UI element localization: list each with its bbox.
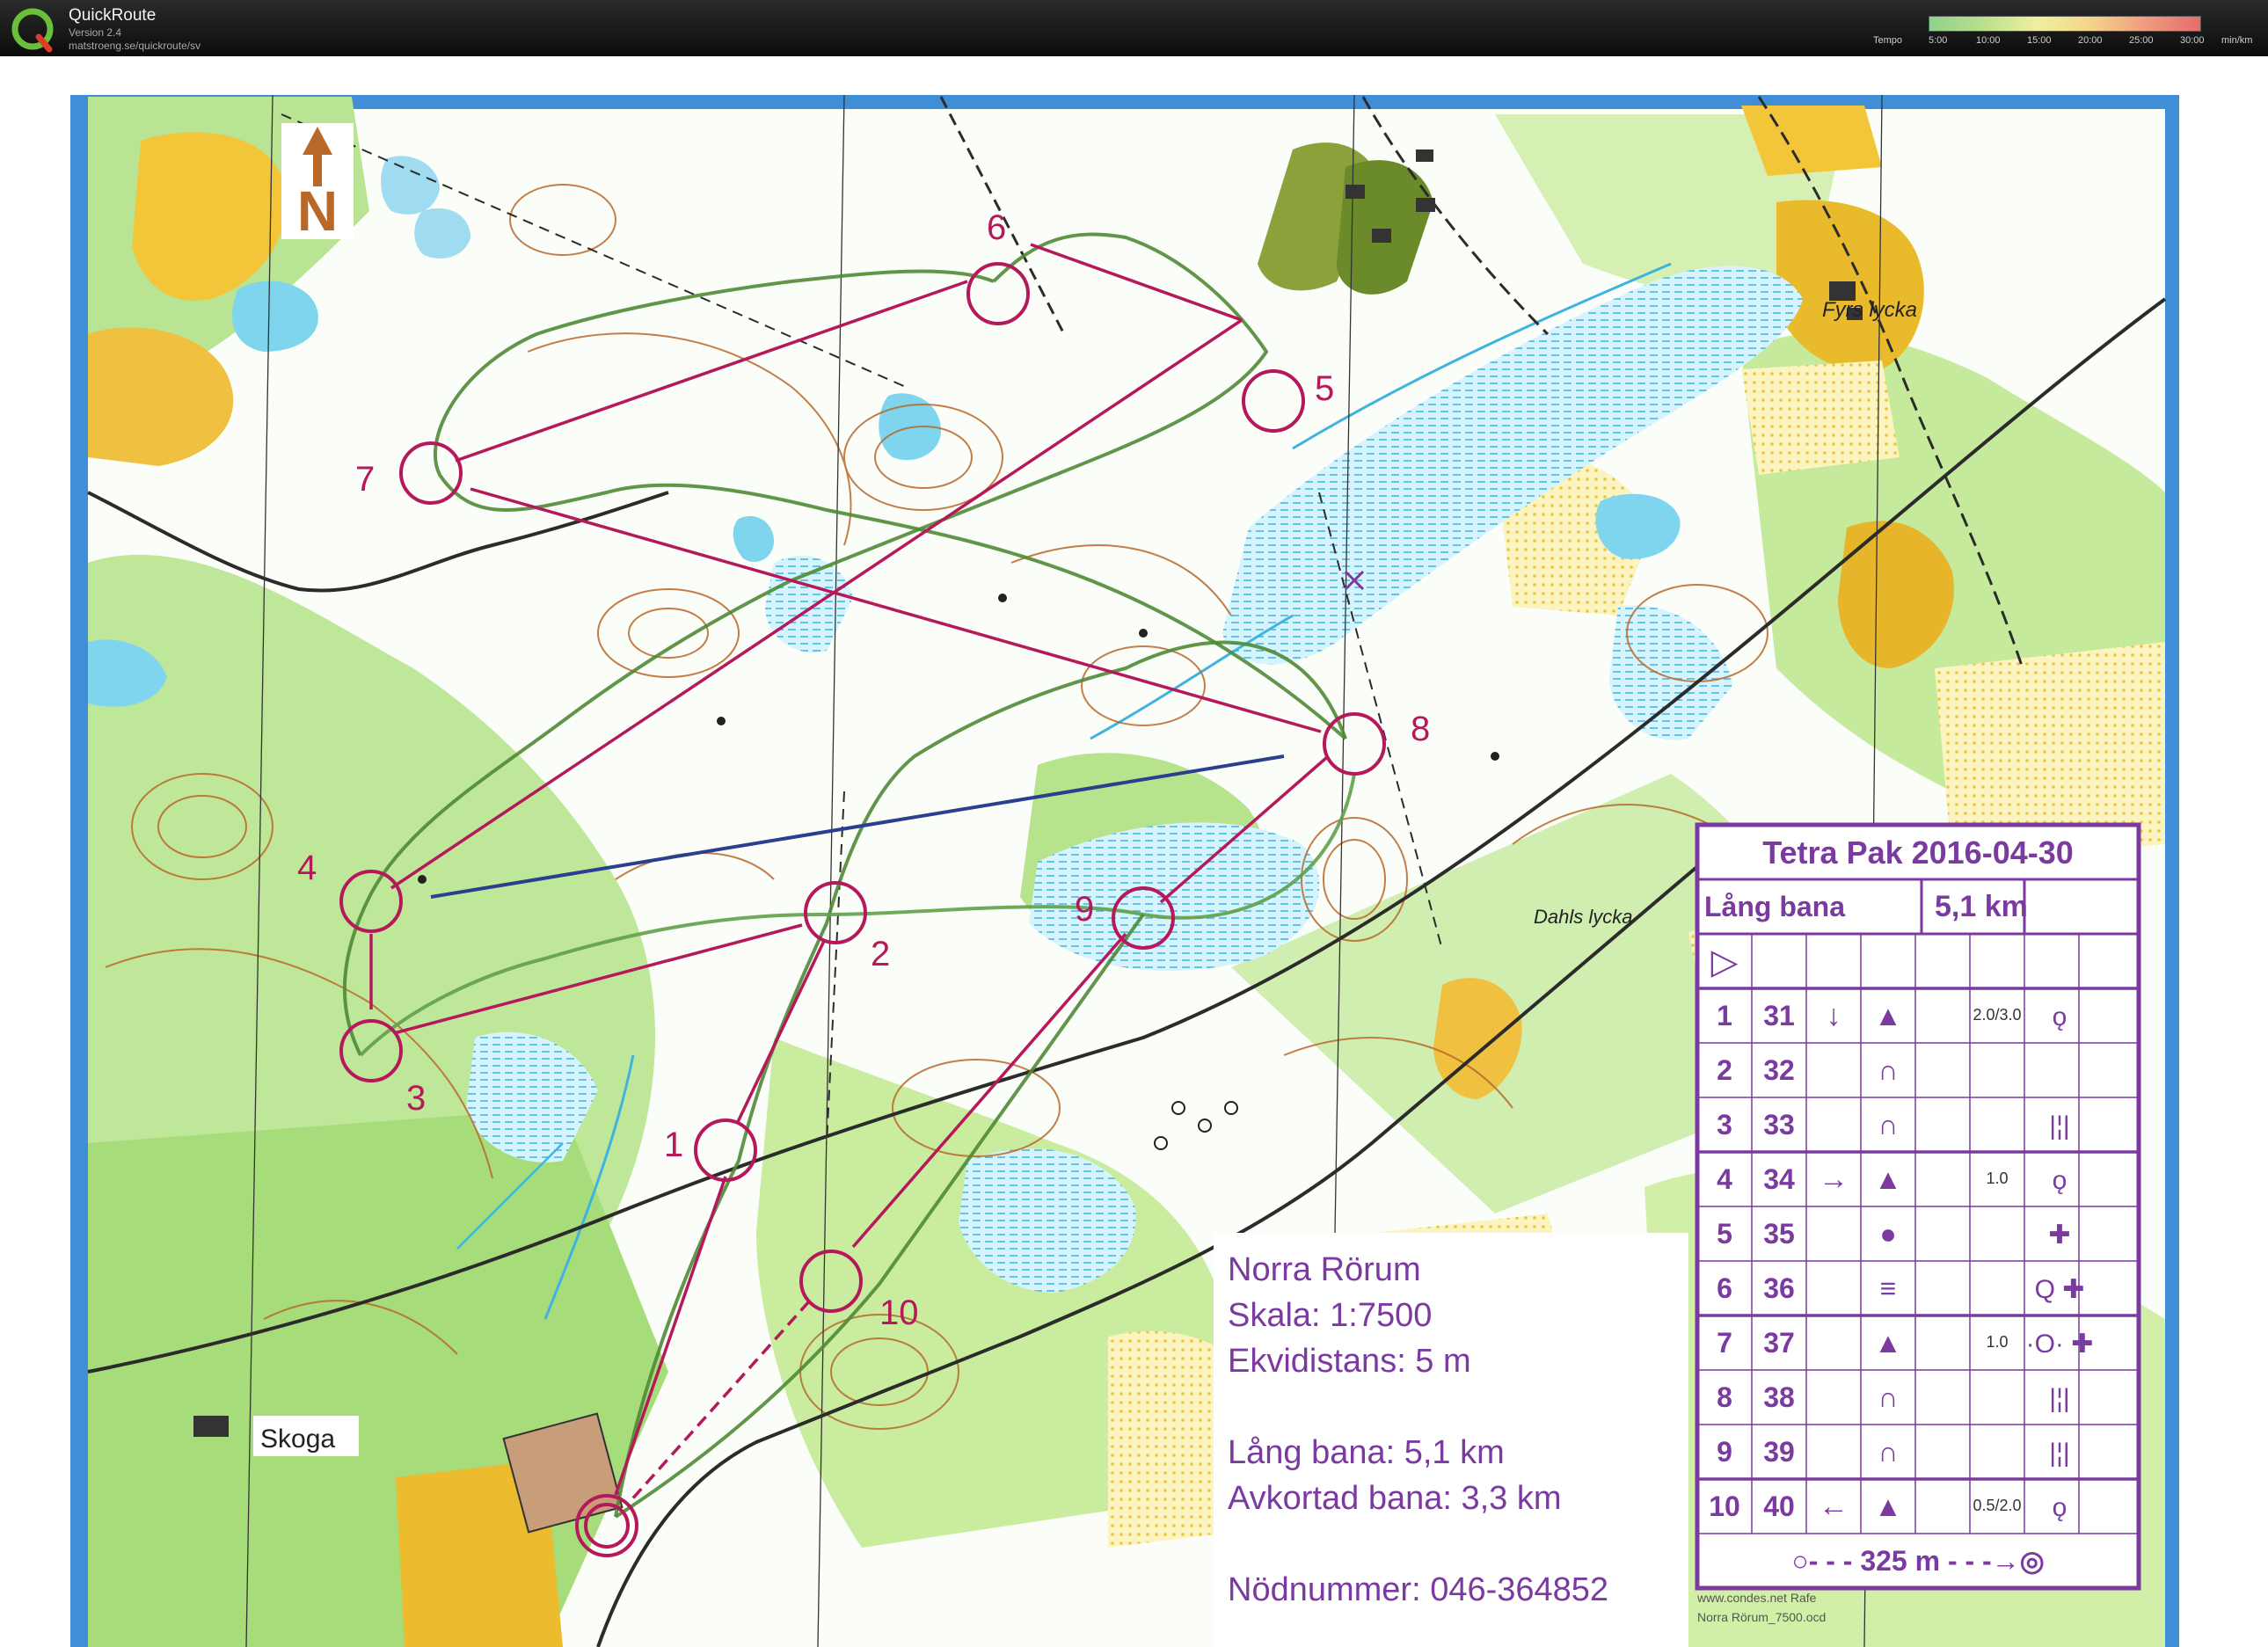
control-row-number: 9 <box>1717 1436 1732 1468</box>
control-number: 2 <box>871 935 890 973</box>
control-code: 35 <box>1763 1218 1795 1250</box>
control-number: 5 <box>1315 369 1334 408</box>
emergency-number: Nödnummer: 046-364852 <box>1228 1571 1608 1608</box>
control-number: 10 <box>879 1294 919 1332</box>
tempo-tick: 15:00 <box>2027 35 2052 46</box>
app-version: Version 2.4 <box>69 26 122 39</box>
place-name: Dahls lycka <box>1534 906 1632 928</box>
tempo-unit: min/km <box>2221 35 2253 46</box>
control-code: 38 <box>1763 1381 1795 1413</box>
control-location-symbol: ǫ <box>2053 1493 2067 1522</box>
control-code: 32 <box>1763 1054 1795 1086</box>
control-code: 40 <box>1763 1490 1795 1522</box>
north-arrow: N <box>281 123 354 243</box>
control-code: 39 <box>1763 1436 1795 1468</box>
control-row-number: 2 <box>1717 1054 1732 1086</box>
tempo-tick: 20:00 <box>2078 35 2103 46</box>
control-direction: ↓ <box>1827 999 1841 1032</box>
control-feature-symbol: ▲ <box>1874 1490 1902 1522</box>
control-direction: ← <box>1819 1490 1849 1523</box>
control-row-number: 6 <box>1717 1272 1732 1304</box>
control-feature-symbol: ≡ <box>1880 1272 1897 1304</box>
control-code: 31 <box>1763 1000 1795 1031</box>
control-feature-symbol: ∩ <box>1878 1054 1899 1086</box>
short-course-length: Avkortad bana: 3,3 km <box>1228 1480 1562 1517</box>
control-row-number: 3 <box>1717 1109 1732 1141</box>
sheet-title: Tetra Pak 2016-04-30 <box>1762 834 2074 871</box>
sheet-course-name: Lång bana <box>1704 891 1845 922</box>
control-row-number: 1 <box>1717 1000 1732 1031</box>
map-credit: Norra Rörum_7500.ocd <box>1697 1610 1826 1624</box>
tempo-label: Tempo <box>1873 35 1903 46</box>
control-feature-symbol: ∩ <box>1878 1109 1899 1141</box>
finish-distance: ○- - - 325 m - - -→◎ <box>1791 1545 2044 1577</box>
control-location-symbol: |¦| <box>2049 1439 2069 1468</box>
control-dimension: 2.0/3.0 <box>1973 1006 2021 1024</box>
control-location-symbol: ·O· ✚ <box>2026 1330 2094 1359</box>
app-url[interactable]: matstroeng.se/quickroute/sv <box>69 40 201 52</box>
control-code: 37 <box>1763 1327 1795 1359</box>
control-location-symbol: |¦| <box>2049 1111 2069 1141</box>
place-name: Skoga <box>260 1425 335 1454</box>
control-location-symbol: ǫ <box>2053 1166 2067 1195</box>
tempo-tick: 10:00 <box>1976 35 2001 46</box>
control-row-number: 8 <box>1717 1381 1732 1413</box>
control-feature-symbol: ● <box>1879 1218 1896 1250</box>
tempo-tick: 25:00 <box>2129 35 2154 46</box>
start-symbol: ▷ <box>1711 943 1739 981</box>
tempo-legend: Tempo 5:00 10:00 15:00 20:00 25:00 30:00… <box>1873 14 2260 49</box>
control-location-symbol: ✚ <box>2048 1221 2070 1250</box>
control-row-number: 7 <box>1717 1327 1732 1359</box>
map-scale: Skala: 1:7500 <box>1228 1297 1432 1334</box>
control-dimension: 0.5/2.0 <box>1973 1497 2021 1514</box>
control-number: 6 <box>987 208 1006 247</box>
app-titlebar: QuickRoute Version 2.4 matstroeng.se/qui… <box>0 0 2268 56</box>
map-contour-interval: Ekvidistans: 5 m <box>1228 1343 1471 1380</box>
tempo-tick: 30:00 <box>2180 35 2205 46</box>
control-dimension: 1.0 <box>1986 1333 2008 1351</box>
app-title: QuickRoute <box>69 6 157 25</box>
tempo-tick: 5:00 <box>1929 35 1948 46</box>
sheet-course-length: 5,1 km <box>1935 890 2028 923</box>
control-description-sheet: Tetra Pak 2016-04-30 Lång bana 5,1 km ▷ 1 31 ↓… <box>1695 822 2141 1591</box>
control-number: 9 <box>1075 890 1094 929</box>
control-number: 1 <box>664 1126 683 1164</box>
control-row-number: 4 <box>1717 1163 1732 1195</box>
control-direction: → <box>1819 1162 1849 1196</box>
control-code: 33 <box>1763 1109 1795 1141</box>
control-row-number: 5 <box>1717 1218 1732 1250</box>
tempo-color-scale <box>1929 16 2201 32</box>
control-number: 4 <box>297 849 317 887</box>
control-feature-symbol: ▲ <box>1874 1000 1902 1031</box>
control-code: 34 <box>1763 1163 1795 1195</box>
long-course-length: Lång bana: 5,1 km <box>1228 1434 1505 1471</box>
control-code: 36 <box>1763 1272 1795 1304</box>
north-letter: N <box>297 179 338 243</box>
control-location-symbol: Q ✚ <box>2035 1275 2085 1304</box>
control-dimension: 1.0 <box>1986 1170 2008 1187</box>
place-name: Fyrs lycka <box>1822 298 1917 322</box>
control-feature-symbol: ▲ <box>1874 1327 1902 1359</box>
map-canvas[interactable]: N Fyrs lycka Dahls lycka Skoga 1 2 3 4 5… <box>0 56 2268 1647</box>
control-feature-symbol: ▲ <box>1874 1163 1902 1195</box>
quickroute-logo-icon <box>11 8 54 53</box>
control-feature-symbol: ∩ <box>1878 1436 1899 1468</box>
control-number: 8 <box>1411 710 1430 748</box>
map-area-name: Norra Rörum <box>1228 1251 1421 1288</box>
control-number: 3 <box>406 1079 426 1118</box>
control-location-symbol: |¦| <box>2049 1384 2069 1413</box>
control-row-number: 10 <box>1709 1490 1740 1522</box>
control-feature-symbol: ∩ <box>1878 1381 1899 1413</box>
control-location-symbol: ǫ <box>2053 1002 2067 1031</box>
map-credit: www.condes.net Rafe <box>1696 1591 1817 1605</box>
control-number: 7 <box>355 460 375 499</box>
